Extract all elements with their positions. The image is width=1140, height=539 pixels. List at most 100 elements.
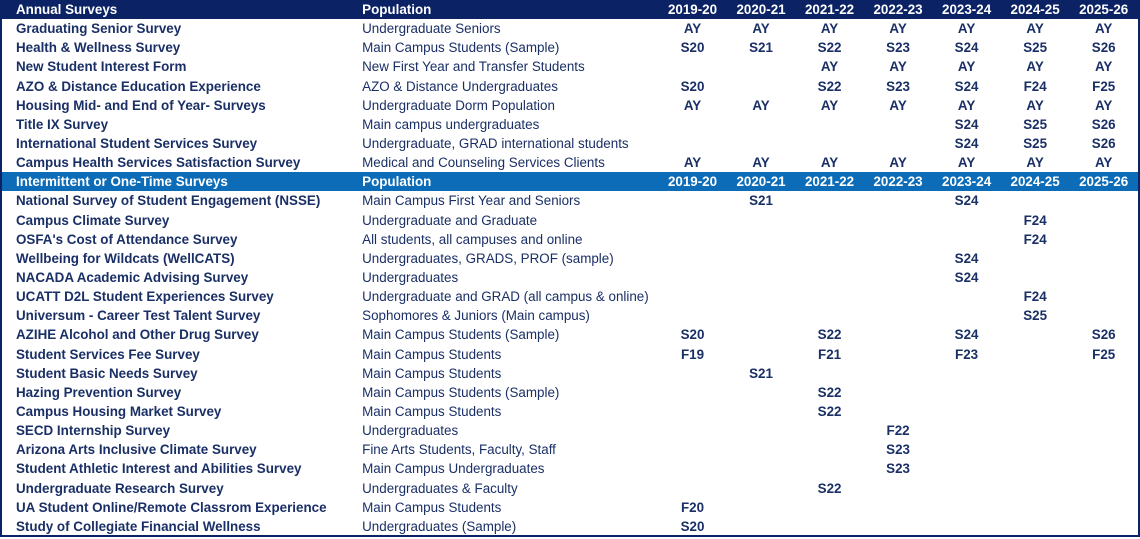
schedule-cell: AY xyxy=(752,155,770,171)
schedule-cell: AY xyxy=(1094,155,1113,171)
schedule-cell xyxy=(1001,364,1070,383)
survey-name: Graduating Senior Survey xyxy=(16,21,182,37)
table-row: Universum - Career Test Talent Survey Sop… xyxy=(2,306,1138,325)
schedule-cell: S25 xyxy=(1023,40,1048,56)
survey-name: Title IX Survey xyxy=(16,116,109,132)
schedule-cell xyxy=(658,287,727,306)
year-header: 2020-21 xyxy=(726,0,796,20)
schedule-cell: AY xyxy=(820,97,839,113)
schedule-cell: F19 xyxy=(680,346,705,362)
schedule-cell xyxy=(727,421,796,440)
survey-population: Main Campus Students xyxy=(362,365,502,381)
survey-population: Main campus undergraduates xyxy=(362,116,540,132)
survey-name: Student Basic Needs Survey xyxy=(16,365,198,381)
schedule-cell: S25 xyxy=(1023,136,1048,152)
schedule-cell xyxy=(932,383,1001,402)
survey-name: Campus Climate Survey xyxy=(16,212,170,228)
survey-name: Health & Wellness Survey xyxy=(16,40,181,56)
schedule-cell: S22 xyxy=(817,40,842,56)
schedule-cell xyxy=(864,211,933,230)
schedule-cell xyxy=(932,230,1001,249)
schedule-cell xyxy=(658,306,727,325)
schedule-cell xyxy=(727,383,796,402)
schedule-cell: S22 xyxy=(817,327,842,343)
schedule-cell xyxy=(864,134,933,153)
schedule-cell xyxy=(727,268,796,287)
schedule-cell xyxy=(795,306,864,325)
table-row: AZIHE Alcohol and Other Drug Survey Main … xyxy=(2,325,1138,344)
schedule-cell: AY xyxy=(957,21,976,37)
schedule-cell: AY xyxy=(1026,97,1044,113)
schedule-cell xyxy=(1069,383,1138,402)
survey-name: Study of Collegiate Financial Wellness xyxy=(16,518,261,534)
schedule-cell: AY xyxy=(889,21,907,37)
schedule-cell xyxy=(932,479,1001,498)
schedule-cell xyxy=(864,115,933,134)
survey-population: Undergraduates xyxy=(362,423,459,439)
survey-name: Arizona Arts Inclusive Climate Survey xyxy=(16,442,257,458)
schedule-cell xyxy=(727,459,796,478)
table-row: Campus Climate Survey Undergraduate and G… xyxy=(2,211,1138,230)
schedule-cell xyxy=(864,364,933,383)
year-header: 2019-20 xyxy=(658,0,727,20)
schedule-cell xyxy=(795,287,864,306)
schedule-cell: S24 xyxy=(954,250,979,266)
schedule-cell: S25 xyxy=(1023,116,1048,132)
table-row: Arizona Arts Inclusive Climate Survey Fin… xyxy=(2,440,1138,459)
schedule-cell xyxy=(727,249,796,268)
schedule-cell: S23 xyxy=(886,461,910,477)
table-row: Student Services Fee Survey Main Campus S… xyxy=(2,345,1138,364)
schedule-cell xyxy=(1001,421,1070,440)
schedule-cell: S21 xyxy=(749,40,773,56)
schedule-cell xyxy=(932,402,1001,421)
survey-name: Universum - Career Test Talent Survey xyxy=(16,308,261,324)
survey-population: Undergraduate Seniors xyxy=(362,21,501,37)
schedule-cell xyxy=(864,268,933,287)
survey-table: Annual Surveys Population 2019-20 2020-21 20… xyxy=(2,0,1138,536)
schedule-cell xyxy=(727,498,796,517)
schedule-cell: AY xyxy=(957,97,976,113)
schedule-cell xyxy=(658,230,727,249)
survey-name: Wellbeing for Wildcats (WellCATS) xyxy=(16,250,235,266)
survey-population: Undergraduates xyxy=(362,270,459,286)
schedule-cell xyxy=(795,364,864,383)
survey-name: Hazing Prevention Survey xyxy=(16,384,182,400)
schedule-cell xyxy=(1069,230,1138,249)
year-header: 2022-23 xyxy=(863,172,933,192)
survey-name: Campus Housing Market Survey xyxy=(16,404,222,420)
schedule-cell xyxy=(658,191,727,210)
survey-population: Main Campus First Year and Seniors xyxy=(362,193,581,209)
intermittent-header-row: Intermittent or One-Time Surveys Populati… xyxy=(2,172,1138,192)
schedule-cell: F24 xyxy=(1023,231,1047,247)
schedule-cell: AY xyxy=(1026,59,1044,75)
schedule-cell: AY xyxy=(957,155,976,171)
schedule-cell xyxy=(795,230,864,249)
schedule-cell: AY xyxy=(1094,97,1113,113)
schedule-cell xyxy=(795,249,864,268)
survey-population: Sophomores & Juniors (Main campus) xyxy=(362,308,590,324)
schedule-cell: AY xyxy=(752,97,770,113)
table-row: New Student Interest Form New First Year … xyxy=(2,57,1138,76)
survey-population: Main Campus Students xyxy=(362,404,502,420)
survey-population: Main Campus Undergraduates xyxy=(362,461,545,477)
schedule-cell xyxy=(658,115,727,134)
year-header: 2020-21 xyxy=(726,172,796,192)
schedule-cell xyxy=(864,402,933,421)
table-row: Wellbeing for Wildcats (WellCATS) Undergr… xyxy=(2,249,1138,268)
survey-population: Undergraduate and GRAD (all campus & onl… xyxy=(362,289,649,305)
schedule-cell xyxy=(658,440,727,459)
schedule-cell xyxy=(727,77,796,96)
schedule-cell xyxy=(658,211,727,230)
schedule-cell: S24 xyxy=(954,270,979,286)
schedule-cell xyxy=(727,115,796,134)
schedule-cell xyxy=(727,134,796,153)
schedule-cell xyxy=(1069,211,1138,230)
schedule-cell xyxy=(658,268,727,287)
schedule-cell xyxy=(795,440,864,459)
survey-name: Housing Mid- and End of Year- Surveys xyxy=(16,97,266,113)
schedule-cell xyxy=(864,345,933,364)
survey-population: All students, all campuses and online xyxy=(362,231,583,247)
year-header: 2023-24 xyxy=(932,172,1001,192)
schedule-cell: AY xyxy=(1026,155,1044,171)
schedule-cell: F25 xyxy=(1092,78,1116,94)
